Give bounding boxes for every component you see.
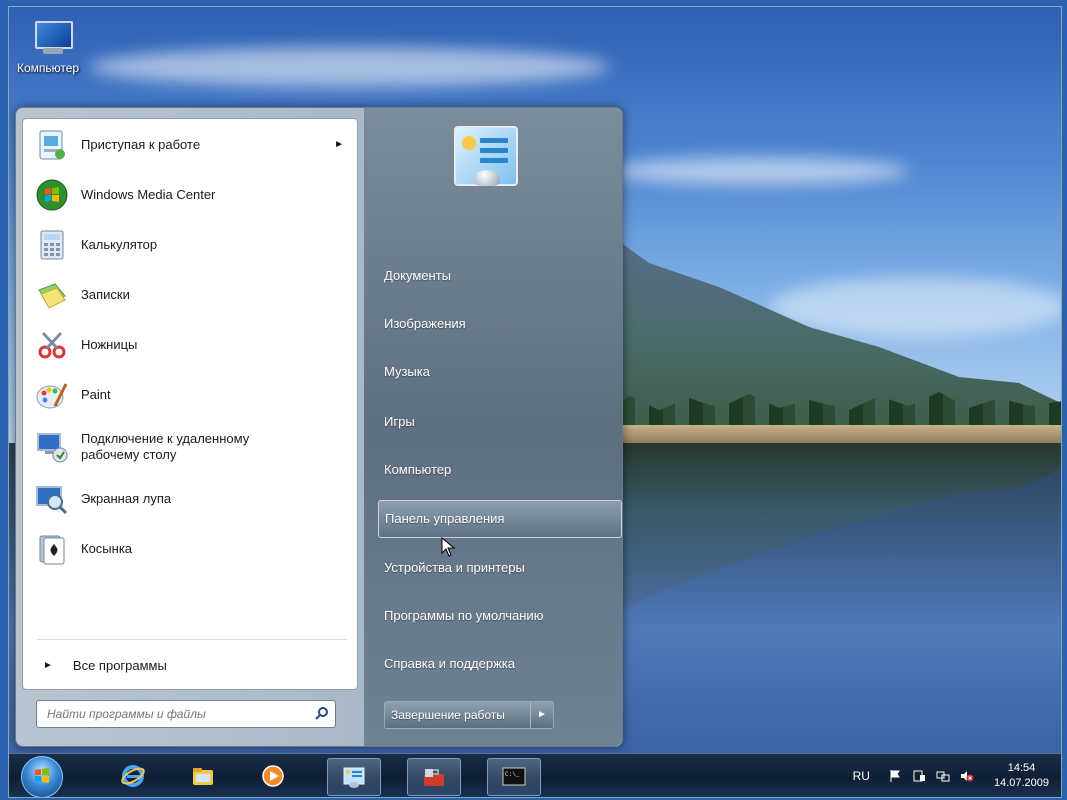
program-sticky-notes[interactable]: Записки [35,273,350,317]
places-item-help-support[interactable]: Справка и поддержка [378,646,620,682]
places-item-games[interactable]: Игры [378,404,620,440]
start-menu: Приступая к работе ► Windows Media Cente… [15,107,623,747]
program-remote-desktop[interactable]: Подключение к удаленному рабочему столу [35,425,350,469]
program-media-center[interactable]: Windows Media Center [35,173,350,217]
language-indicator[interactable]: RU [853,769,870,783]
start-menu-programs-pane: Приступая к работе ► Windows Media Cente… [22,118,358,690]
program-getting-started[interactable]: Приступая к работе ► [35,123,350,167]
remote-desktop-icon [35,430,69,464]
action-center-flag-icon[interactable] [888,769,902,783]
device-icon[interactable] [912,769,926,783]
places-item-pictures[interactable]: Изображения [378,306,620,342]
places-item-devices-printers[interactable]: Устройства и принтеры [378,550,620,586]
toolbox-icon [424,769,444,786]
desktop-icon-label: Компьютер [17,61,80,75]
taskbar-media-player[interactable] [247,758,299,794]
wallpaper-cloud [609,157,909,185]
taskbar-command-prompt[interactable]: C:\_ [487,758,541,796]
places-item-control-panel[interactable]: Панель управления [378,500,622,538]
network-icon[interactable] [936,769,950,783]
wallpaper-cloud [89,47,609,87]
solitaire-icon [35,532,69,566]
search-input[interactable] [45,706,299,722]
system-tray: RU 14:54 14.07.2009 [853,754,1049,797]
places-item-documents[interactable]: Документы [378,258,620,294]
wallpaper-cloud [769,277,1061,337]
volume-muted-icon[interactable] [960,769,974,783]
programs-separator [37,639,347,640]
paint-icon [35,378,69,412]
control-panel-icon [343,767,365,788]
triangle-right-icon: ► [43,659,53,671]
program-snipping-tool[interactable]: Ножницы [35,323,350,367]
taskbar-toolbox[interactable] [407,758,461,796]
internet-explorer-icon [121,765,145,787]
clock-time: 14:54 [1007,762,1036,774]
magnifier-icon [35,482,69,516]
search-icon[interactable] [315,706,328,720]
snipping-tool-icon [35,328,69,362]
places-item-music[interactable]: Музыка [378,354,620,390]
program-label-line2: рабочему столу [81,447,177,462]
search-box[interactable] [36,700,336,728]
getting-started-icon [35,128,69,162]
control-panel-picture-icon[interactable] [454,126,518,186]
program-calculator[interactable]: Калькулятор [35,223,350,267]
all-programs-button[interactable]: ► Все программы [37,651,347,679]
taskbar: C:\_ RU 14:54 14.07.2009 [9,753,1061,797]
taskbar-control-panel[interactable] [327,758,381,796]
program-label-line1: Подключение к удаленному [81,431,250,446]
computer-icon [31,19,73,57]
clock[interactable]: 14:54 14.07.2009 [994,761,1049,791]
svg-text:C:\_: C:\_ [505,771,520,778]
shutdown-options-arrow-icon[interactable]: ► [530,702,553,728]
taskbar-explorer[interactable] [177,758,229,794]
command-prompt-icon: C:\_ [502,767,526,786]
windows-logo-icon [35,768,49,783]
program-magnifier[interactable]: Экранная лупа [35,477,350,521]
start-menu-places-pane: Документы Изображения Музыка Игры Компью… [364,108,622,746]
sticky-notes-icon [35,278,69,312]
places-item-default-programs[interactable]: Программы по умолчанию [378,598,620,634]
explorer-folder-icon [193,768,213,785]
clock-date: 14.07.2009 [993,777,1049,789]
program-solitaire[interactable]: Косынка [35,527,350,571]
shutdown-button[interactable]: Завершение работы [385,702,530,728]
program-paint[interactable]: Paint [35,373,350,417]
submenu-arrow-icon: ► [334,139,344,150]
shutdown-button-group: Завершение работы ► [384,701,554,729]
wallpaper-shore [569,425,1061,443]
calculator-icon [35,228,69,262]
media-center-icon [35,178,69,212]
taskbar-internet-explorer[interactable] [107,758,159,794]
desktop-icon-computer[interactable]: Компьютер [17,19,107,75]
places-item-computer[interactable]: Компьютер [378,452,620,488]
desktop: Компьютер Приступая к работе ► Windows M… [8,6,1062,798]
mouse-cursor-icon [441,536,456,557]
start-button[interactable] [21,756,63,797]
media-player-icon [262,765,284,787]
